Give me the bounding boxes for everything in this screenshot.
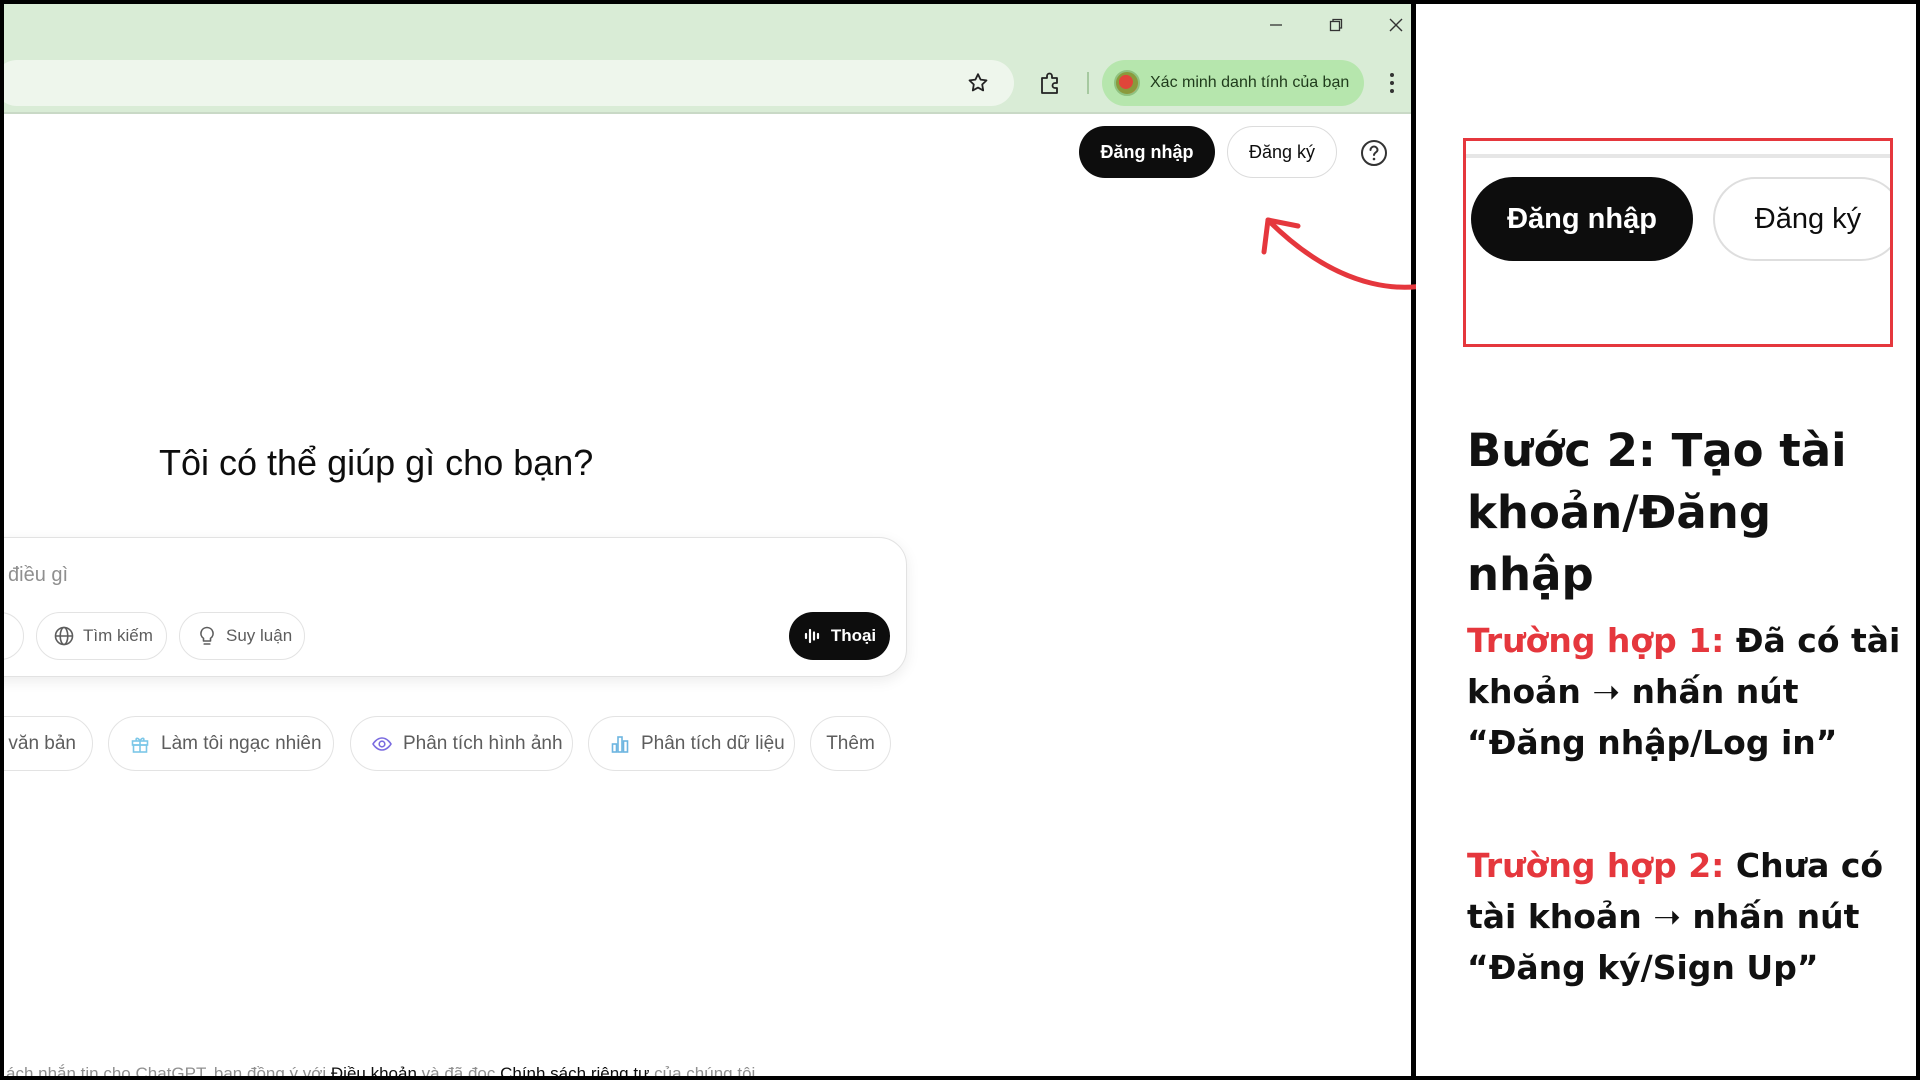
case-2-label: Trường hợp 2: <box>1467 846 1725 885</box>
suggestion-label: Làm tôi ngạc nhiên <box>161 732 322 754</box>
case-1-text: Trường hợp 1: Đã có tài khoản ➝ nhấn nút… <box>1467 615 1907 768</box>
footer-text: của chúng tôi. <box>649 1064 761 1080</box>
toolbar-separator <box>1087 72 1089 94</box>
voice-waveform-icon <box>804 628 819 644</box>
reason-toggle-label: Suy luận <box>226 626 293 645</box>
case-1-label: Trường hợp 1: <box>1467 621 1725 660</box>
privacy-link[interactable]: Chính sách riêng tư <box>500 1064 649 1076</box>
message-input[interactable]: điều gì <box>8 564 68 587</box>
suggestion-label: Phân tích hình ảnh <box>403 732 563 754</box>
search-toggle-button[interactable]: Tìm kiếm <box>36 612 167 660</box>
case-2-text: Trường hợp 2: Chưa có tài khoản ➝ nhấn n… <box>1467 840 1907 993</box>
address-bar[interactable] <box>4 60 1014 106</box>
voice-button[interactable]: Thoại <box>789 612 890 660</box>
close-icon <box>1389 18 1403 32</box>
eye-icon <box>372 736 392 751</box>
divider <box>1466 154 1890 158</box>
browser-toolbar: Xác minh danh tính của bạn <box>4 50 1415 114</box>
suggestion-label: Phân tích dữ liệu <box>641 732 785 754</box>
suggestion-chip-analyze-data[interactable]: Phân tích dữ liệu <box>588 716 795 771</box>
page-title: Tôi có thể giúp gì cho bạn? <box>159 442 594 483</box>
help-question-icon[interactable] <box>1359 138 1389 168</box>
bar-chart-icon <box>611 735 629 753</box>
browser-window: Xác minh danh tính của bạn Đăng nhập Đăn… <box>0 0 1415 1080</box>
zoomed-buttons-callout: Đăng nhập Đăng ký <box>1463 138 1893 347</box>
minimize-button[interactable] <box>1254 10 1298 40</box>
restore-button[interactable] <box>1314 10 1358 40</box>
footer-text: và đã đọc <box>416 1064 501 1080</box>
terms-link[interactable]: Điều khoản <box>331 1064 417 1076</box>
voice-button-label: Thoại <box>830 626 877 645</box>
signup-button[interactable]: Đăng ký <box>1227 126 1337 178</box>
bookmark-star-icon[interactable] <box>966 71 990 95</box>
minimize-icon <box>1270 24 1282 26</box>
terms-footer: ách nhắn tin cho ChatGPT, bạn đồng ý với… <box>6 1064 761 1080</box>
suggestion-chip-analyze-image[interactable]: Phân tích hình ảnh <box>350 716 573 771</box>
close-window-button[interactable] <box>1374 10 1415 40</box>
suggestion-chip-text[interactable]: văn bản <box>4 716 93 771</box>
login-button[interactable]: Đăng nhập <box>1079 126 1215 178</box>
step-heading: Bước 2: Tạo tài khoản/Đăng nhập <box>1467 424 1847 601</box>
extensions-puzzle-icon[interactable] <box>1036 69 1064 97</box>
avatar <box>1114 70 1140 96</box>
suggestion-chip-surprise[interactable]: Làm tôi ngạc nhiên <box>108 716 334 771</box>
zoomed-signup-button: Đăng ký <box>1713 177 1890 261</box>
footer-text: ách nhắn tin cho ChatGPT, bạn đồng ý với <box>6 1064 331 1080</box>
title-bar <box>4 4 1415 50</box>
zoomed-login-button: Đăng nhập <box>1471 177 1693 261</box>
gift-icon <box>131 737 149 753</box>
reason-toggle-button[interactable]: Suy luận <box>179 612 305 660</box>
restore-icon <box>1329 18 1343 32</box>
suggestion-label: Thêm <box>826 732 875 754</box>
profile-chip-label: Xác minh danh tính của bạn <box>1150 74 1350 91</box>
profile-verify-chip[interactable]: Xác minh danh tính của bạn <box>1102 60 1364 106</box>
lightbulb-icon <box>200 626 214 645</box>
suggestion-chip-more[interactable]: Thêm <box>810 716 891 771</box>
browser-menu-kebab-icon[interactable] <box>1382 70 1402 96</box>
search-toggle-label: Tìm kiếm <box>83 626 153 645</box>
suggestion-label: văn bản <box>8 732 76 754</box>
globe-icon <box>54 626 74 646</box>
